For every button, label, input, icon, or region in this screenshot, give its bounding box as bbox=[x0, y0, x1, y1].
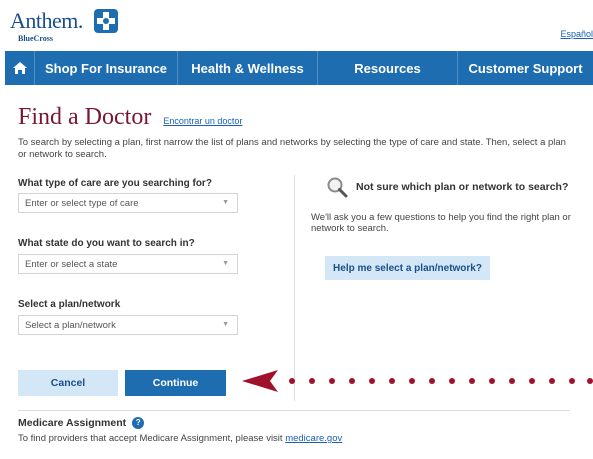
chevron-down-icon: ▼ bbox=[222, 199, 229, 206]
page-title: Find a Doctor bbox=[18, 104, 152, 130]
spanish-title-link[interactable]: Encontrar un doctor bbox=[163, 116, 242, 126]
nav-resources[interactable]: Resources bbox=[318, 51, 458, 85]
header: Anthem. BlueCross Español bbox=[0, 0, 593, 50]
help-heading: Not sure which plan or network to search… bbox=[356, 181, 569, 193]
care-type-placeholder: Enter or select type of care bbox=[25, 197, 139, 209]
magnifier-icon bbox=[327, 177, 348, 198]
plan-network-placeholder: Select a plan/network bbox=[25, 319, 116, 331]
medicare-description: To find providers that accept Medicare A… bbox=[18, 433, 283, 444]
medicare-gov-link[interactable]: medicare.gov bbox=[285, 433, 342, 444]
annotation-arrow bbox=[242, 370, 593, 392]
home-button[interactable] bbox=[5, 51, 35, 85]
nav-shop-for-insurance[interactable]: Shop For Insurance bbox=[35, 51, 178, 85]
home-icon bbox=[12, 62, 27, 74]
medicare-heading: Medicare Assignment ? bbox=[18, 417, 145, 429]
medicare-text: To find providers that accept Medicare A… bbox=[18, 433, 342, 444]
logo-wordmark: Anthem. bbox=[10, 8, 83, 33]
cancel-button[interactable]: Cancel bbox=[18, 370, 118, 396]
care-type-select[interactable]: Enter or select type of care ▼ bbox=[18, 193, 238, 213]
intro-text: To search by selecting a plan, first nar… bbox=[18, 137, 566, 160]
state-label: What state do you want to search in? bbox=[18, 238, 195, 249]
help-heading-row: Not sure which plan or network to search… bbox=[326, 176, 568, 198]
nav-customer-support[interactable]: Customer Support bbox=[458, 51, 593, 85]
horizontal-divider bbox=[18, 410, 570, 411]
medicare-heading-text: Medicare Assignment bbox=[18, 417, 127, 429]
nav-health-wellness[interactable]: Health & Wellness bbox=[178, 51, 318, 85]
blue-cross-shield-icon bbox=[94, 9, 118, 33]
care-type-label: What type of care are you searching for? bbox=[18, 178, 212, 189]
help-description: We'll ask you a few questions to help yo… bbox=[311, 212, 571, 234]
language-link[interactable]: Español bbox=[560, 29, 593, 39]
main-nav: Shop For Insurance Health & Wellness Res… bbox=[5, 51, 593, 85]
title-row: Find a Doctor Encontrar un doctor bbox=[18, 104, 242, 131]
chevron-down-icon: ▼ bbox=[222, 260, 229, 267]
continue-button[interactable]: Continue bbox=[125, 370, 226, 396]
state-placeholder: Enter or select a state bbox=[25, 258, 118, 270]
anthem-logo[interactable]: Anthem. BlueCross bbox=[10, 8, 118, 43]
plan-network-label: Select a plan/network bbox=[18, 299, 121, 310]
help-select-plan-button[interactable]: Help me select a plan/network? bbox=[325, 256, 490, 280]
plan-network-select[interactable]: Select a plan/network ▼ bbox=[18, 315, 238, 335]
question-icon[interactable]: ? bbox=[132, 417, 145, 429]
state-select[interactable]: Enter or select a state ▼ bbox=[18, 254, 238, 274]
chevron-down-icon: ▼ bbox=[222, 321, 229, 328]
logo-subtext: BlueCross bbox=[18, 34, 53, 43]
